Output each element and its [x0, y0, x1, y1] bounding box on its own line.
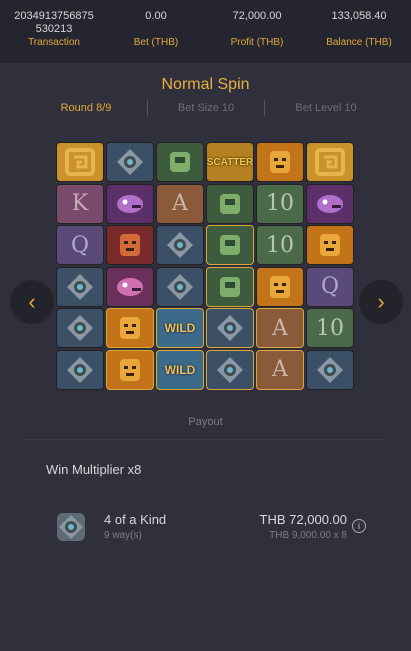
- reel-symbol-wild: WILD: [156, 308, 204, 348]
- round-indicator: Round 8/9: [60, 102, 112, 114]
- reel-symbol-shield: [106, 142, 154, 182]
- win-amount: THB 72,000.00: [259, 512, 347, 527]
- reel-symbol-shield: [156, 266, 204, 307]
- balance-value: 133,058.40: [331, 10, 387, 22]
- reel-symbol-glyph: [206, 183, 254, 224]
- profit-label: Profit (THB): [230, 37, 284, 48]
- info-icon[interactable]: i: [352, 519, 366, 533]
- reel-symbol-glyph: [206, 225, 254, 265]
- reel-symbol-serpent: [306, 183, 354, 224]
- reel-symbol-10: 10: [256, 225, 304, 265]
- previous-round-button[interactable]: ‹: [10, 280, 54, 324]
- reel-symbol-shield: [56, 308, 104, 348]
- reel-symbol-mask: [256, 266, 304, 307]
- reel-symbol-K: K: [56, 183, 104, 224]
- reel-symbol-mask: [106, 349, 154, 390]
- reel-symbol-Q: Q: [56, 225, 104, 265]
- reel-symbol-mask: [306, 225, 354, 265]
- summary-bar: 2034913756875 530213 Transaction 0.00 Be…: [0, 0, 411, 63]
- reel-symbol-shield: [306, 349, 354, 390]
- reel-symbol-serpent: [106, 183, 154, 224]
- reel-symbol-10: 10: [306, 308, 354, 348]
- reel-symbol-shield: [206, 308, 254, 348]
- win-ways: 9 way(s): [104, 530, 142, 541]
- reel-symbol-10: 10: [256, 183, 304, 224]
- profit-column: 72,000.00 Profit (THB): [212, 10, 302, 49]
- reel-symbol-glyph: [156, 142, 204, 182]
- bet-level: Bet Level 10: [295, 102, 357, 114]
- next-round-button[interactable]: ›: [359, 280, 403, 324]
- bet-size: Bet Size 10: [177, 102, 235, 114]
- divider: [26, 439, 386, 440]
- reel-symbol-shield: [56, 349, 104, 390]
- reel-symbol-A: A: [156, 183, 204, 224]
- reel-symbol-shield: [56, 266, 104, 307]
- reel-symbol-A: A: [256, 308, 304, 348]
- reel-symbol-mask: [106, 308, 154, 348]
- win-multiplier: Win Multiplier x8: [46, 462, 142, 477]
- shield-icon: [57, 513, 85, 541]
- win-kind: 4 of a Kind: [104, 512, 167, 527]
- reel-symbol-idol: [106, 225, 154, 265]
- reel-grid: SCATTER K A 10 Q 10 Q WILD A 10 WILD A: [56, 142, 356, 395]
- divider: [264, 100, 265, 116]
- reel-symbol-beast: [106, 266, 154, 307]
- spin-title: Normal Spin: [161, 76, 250, 93]
- chevron-right-icon: ›: [377, 289, 385, 314]
- balance-column: 133,058.40 Balance (THB): [314, 10, 404, 49]
- reel-symbol-A: A: [256, 349, 304, 390]
- reel-symbol-mask: [256, 142, 304, 182]
- reel-symbol-shield: [206, 349, 254, 390]
- bet-label: Bet (THB): [133, 37, 179, 48]
- payout-label: Payout: [188, 416, 223, 428]
- transaction-column: 2034913756875 530213 Transaction: [8, 10, 100, 49]
- reel-symbol-wild: WILD: [156, 349, 204, 390]
- reel-symbol-Q: Q: [306, 266, 354, 307]
- balance-label: Balance (THB): [326, 37, 392, 48]
- transaction-id[interactable]: 2034913756875 530213: [8, 10, 100, 36]
- bet-value: 0.00: [145, 10, 167, 22]
- reel-symbol-scatter: SCATTER: [206, 142, 254, 182]
- transaction-label: Transaction: [28, 37, 80, 48]
- chevron-left-icon: ‹: [28, 289, 36, 314]
- reel-symbol-shield: [156, 225, 204, 265]
- reel-symbol-totem-frame: [306, 142, 354, 182]
- bet-column: 0.00 Bet (THB): [112, 10, 200, 49]
- profit-value: 72,000.00: [232, 10, 282, 22]
- reel-symbol-glyph: [206, 266, 254, 307]
- win-calculation: THB 9,000.00 x 8: [269, 530, 347, 541]
- reel-symbol-totem-frame: [56, 142, 104, 182]
